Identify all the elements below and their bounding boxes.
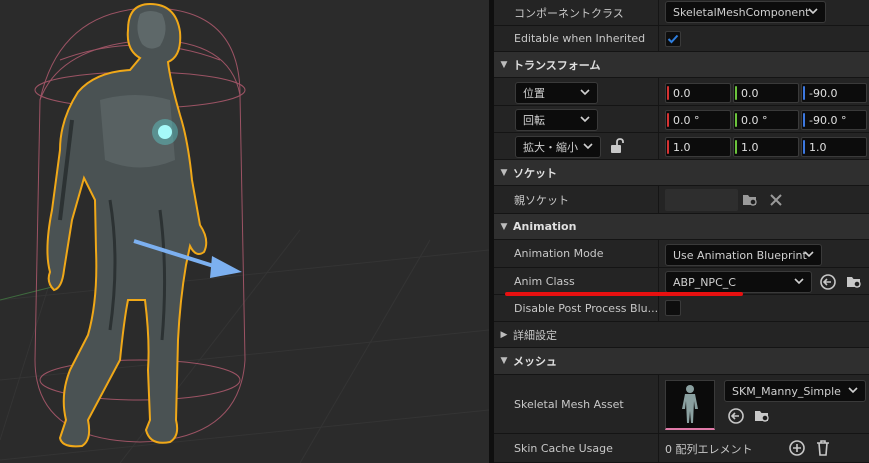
animation-mode-label: Animation Mode bbox=[514, 247, 604, 260]
location-mode-dropdown[interactable]: 位置 bbox=[515, 82, 598, 104]
editable-when-inherited-label: Editable when Inherited bbox=[514, 32, 646, 45]
skin-cache-usage-row: Skin Cache Usage 0 配列エレメント bbox=[494, 434, 869, 463]
location-row: 位置 0.0 0.0 -90.0 bbox=[494, 78, 869, 106]
rotation-x-input[interactable]: 0.0 ° bbox=[665, 110, 731, 130]
use-selected-icon[interactable] bbox=[727, 407, 745, 425]
unlock-icon[interactable] bbox=[608, 137, 626, 155]
expand-arrow-icon: ▶ bbox=[500, 329, 508, 340]
component-class-value: SkeletalMeshComponent bbox=[673, 5, 810, 19]
scale-row: 拡大・縮小 1.0 1.0 1.0 bbox=[494, 133, 869, 160]
collapse-arrow-icon: ▼ bbox=[500, 167, 508, 178]
chevron-down-icon bbox=[580, 89, 590, 96]
animation-section-title: Animation bbox=[513, 220, 577, 233]
location-x-input[interactable]: 0.0 bbox=[665, 83, 731, 103]
browse-asset-icon[interactable] bbox=[753, 407, 771, 425]
skeletal-mesh-asset-row: Skeletal Mesh Asset SKM_Manny_Simple bbox=[494, 375, 869, 434]
location-label: 位置 bbox=[523, 87, 545, 100]
mesh-section-header[interactable]: ▼ メッシュ bbox=[494, 348, 869, 375]
scale-y-input[interactable]: 1.0 bbox=[733, 137, 799, 157]
checkmark-icon bbox=[667, 34, 679, 44]
chevron-down-icon bbox=[580, 116, 590, 123]
rotation-y-input[interactable]: 0.0 ° bbox=[733, 110, 799, 130]
editable-when-inherited-row: Editable when Inherited bbox=[494, 26, 869, 52]
animation-mode-row: Animation Mode Use Animation Blueprint bbox=[494, 240, 869, 268]
browse-socket-icon[interactable] bbox=[741, 191, 759, 209]
chevron-down-icon bbox=[808, 8, 818, 15]
skin-cache-usage-label: Skin Cache Usage bbox=[514, 441, 613, 455]
parent-socket-row: 親ソケット bbox=[494, 186, 869, 214]
use-selected-icon[interactable] bbox=[819, 273, 837, 291]
skeletal-mesh-asset-value: SKM_Manny_Simple bbox=[732, 384, 841, 398]
disable-post-process-row: Disable Post Process Blu... bbox=[494, 295, 869, 322]
mannequin-thumbnail-icon bbox=[682, 385, 698, 423]
socket-section-header[interactable]: ▼ ソケット bbox=[494, 160, 869, 186]
viewport-scene bbox=[0, 2, 489, 463]
rotation-z-input[interactable]: -90.0 ° bbox=[801, 110, 867, 130]
disable-post-process-label: Disable Post Process Blu... bbox=[514, 301, 659, 315]
trash-icon[interactable] bbox=[814, 439, 832, 457]
details-panel: コンポーネントクラス SkeletalMeshComponent Editabl… bbox=[494, 0, 869, 463]
skin-cache-usage-value: 0 配列エレメント bbox=[665, 443, 753, 456]
animation-mode-value: Use Animation Blueprint bbox=[673, 248, 807, 262]
anim-class-dropdown[interactable]: ABP_NPC_C bbox=[665, 271, 812, 293]
skeletal-mesh-asset-label: Skeletal Mesh Asset bbox=[514, 397, 624, 411]
location-z-input[interactable]: -90.0 bbox=[801, 83, 867, 103]
chevron-down-icon bbox=[583, 143, 593, 150]
component-class-row: コンポーネントクラス SkeletalMeshComponent bbox=[494, 0, 869, 26]
chevron-down-icon bbox=[848, 387, 858, 394]
chevron-down-icon bbox=[804, 251, 814, 258]
skeletal-mesh-asset-dropdown[interactable]: SKM_Manny_Simple bbox=[724, 380, 866, 402]
anim-class-label: Anim Class bbox=[514, 274, 575, 288]
level-viewport[interactable] bbox=[0, 0, 489, 463]
rotation-label: 回転 bbox=[523, 114, 545, 127]
disable-post-process-checkbox[interactable] bbox=[665, 300, 681, 316]
mesh-section-title: メッシュ bbox=[513, 355, 557, 368]
advanced-section-title: 詳細設定 bbox=[513, 328, 557, 342]
annotation-underline bbox=[505, 292, 743, 296]
collapse-arrow-icon: ▼ bbox=[500, 221, 508, 232]
add-element-icon[interactable] bbox=[788, 439, 806, 457]
browse-asset-icon[interactable] bbox=[845, 273, 863, 291]
mesh-thumbnail[interactable] bbox=[665, 380, 715, 430]
rotation-row: 回転 0.0 ° 0.0 ° -90.0 ° bbox=[494, 106, 869, 133]
scale-z-input[interactable]: 1.0 bbox=[801, 137, 867, 157]
parent-socket-input[interactable] bbox=[665, 189, 738, 211]
rotation-mode-dropdown[interactable]: 回転 bbox=[515, 109, 598, 131]
transform-section-title: トランスフォーム bbox=[513, 58, 601, 72]
location-y-input[interactable]: 0.0 bbox=[733, 83, 799, 103]
clear-icon[interactable] bbox=[767, 191, 785, 209]
component-class-dropdown[interactable]: SkeletalMeshComponent bbox=[665, 1, 826, 23]
transform-section-header[interactable]: ▼ トランスフォーム bbox=[494, 52, 869, 78]
chevron-down-icon bbox=[794, 278, 804, 285]
editable-when-inherited-checkbox[interactable] bbox=[665, 31, 681, 47]
socket-section-title: ソケット bbox=[513, 166, 557, 180]
scale-mode-dropdown[interactable]: 拡大・縮小 bbox=[515, 136, 601, 158]
skeletal-mesh-character[interactable] bbox=[46, 2, 208, 448]
collapse-arrow-icon: ▼ bbox=[500, 59, 508, 70]
component-class-label: コンポーネントクラス bbox=[514, 6, 624, 20]
anim-class-row: Anim Class ABP_NPC_C bbox=[494, 268, 869, 295]
collapse-arrow-icon: ▼ bbox=[500, 356, 508, 366]
animation-mode-dropdown[interactable]: Use Animation Blueprint bbox=[665, 244, 822, 266]
anim-class-value: ABP_NPC_C bbox=[673, 275, 736, 289]
scale-label: 拡大・縮小 bbox=[523, 141, 578, 154]
parent-socket-label: 親ソケット bbox=[514, 193, 569, 207]
advanced-section-header[interactable]: ▶ 詳細設定 bbox=[494, 322, 869, 348]
animation-section-header[interactable]: ▼ Animation bbox=[494, 214, 869, 240]
scale-x-input[interactable]: 1.0 bbox=[665, 137, 731, 157]
